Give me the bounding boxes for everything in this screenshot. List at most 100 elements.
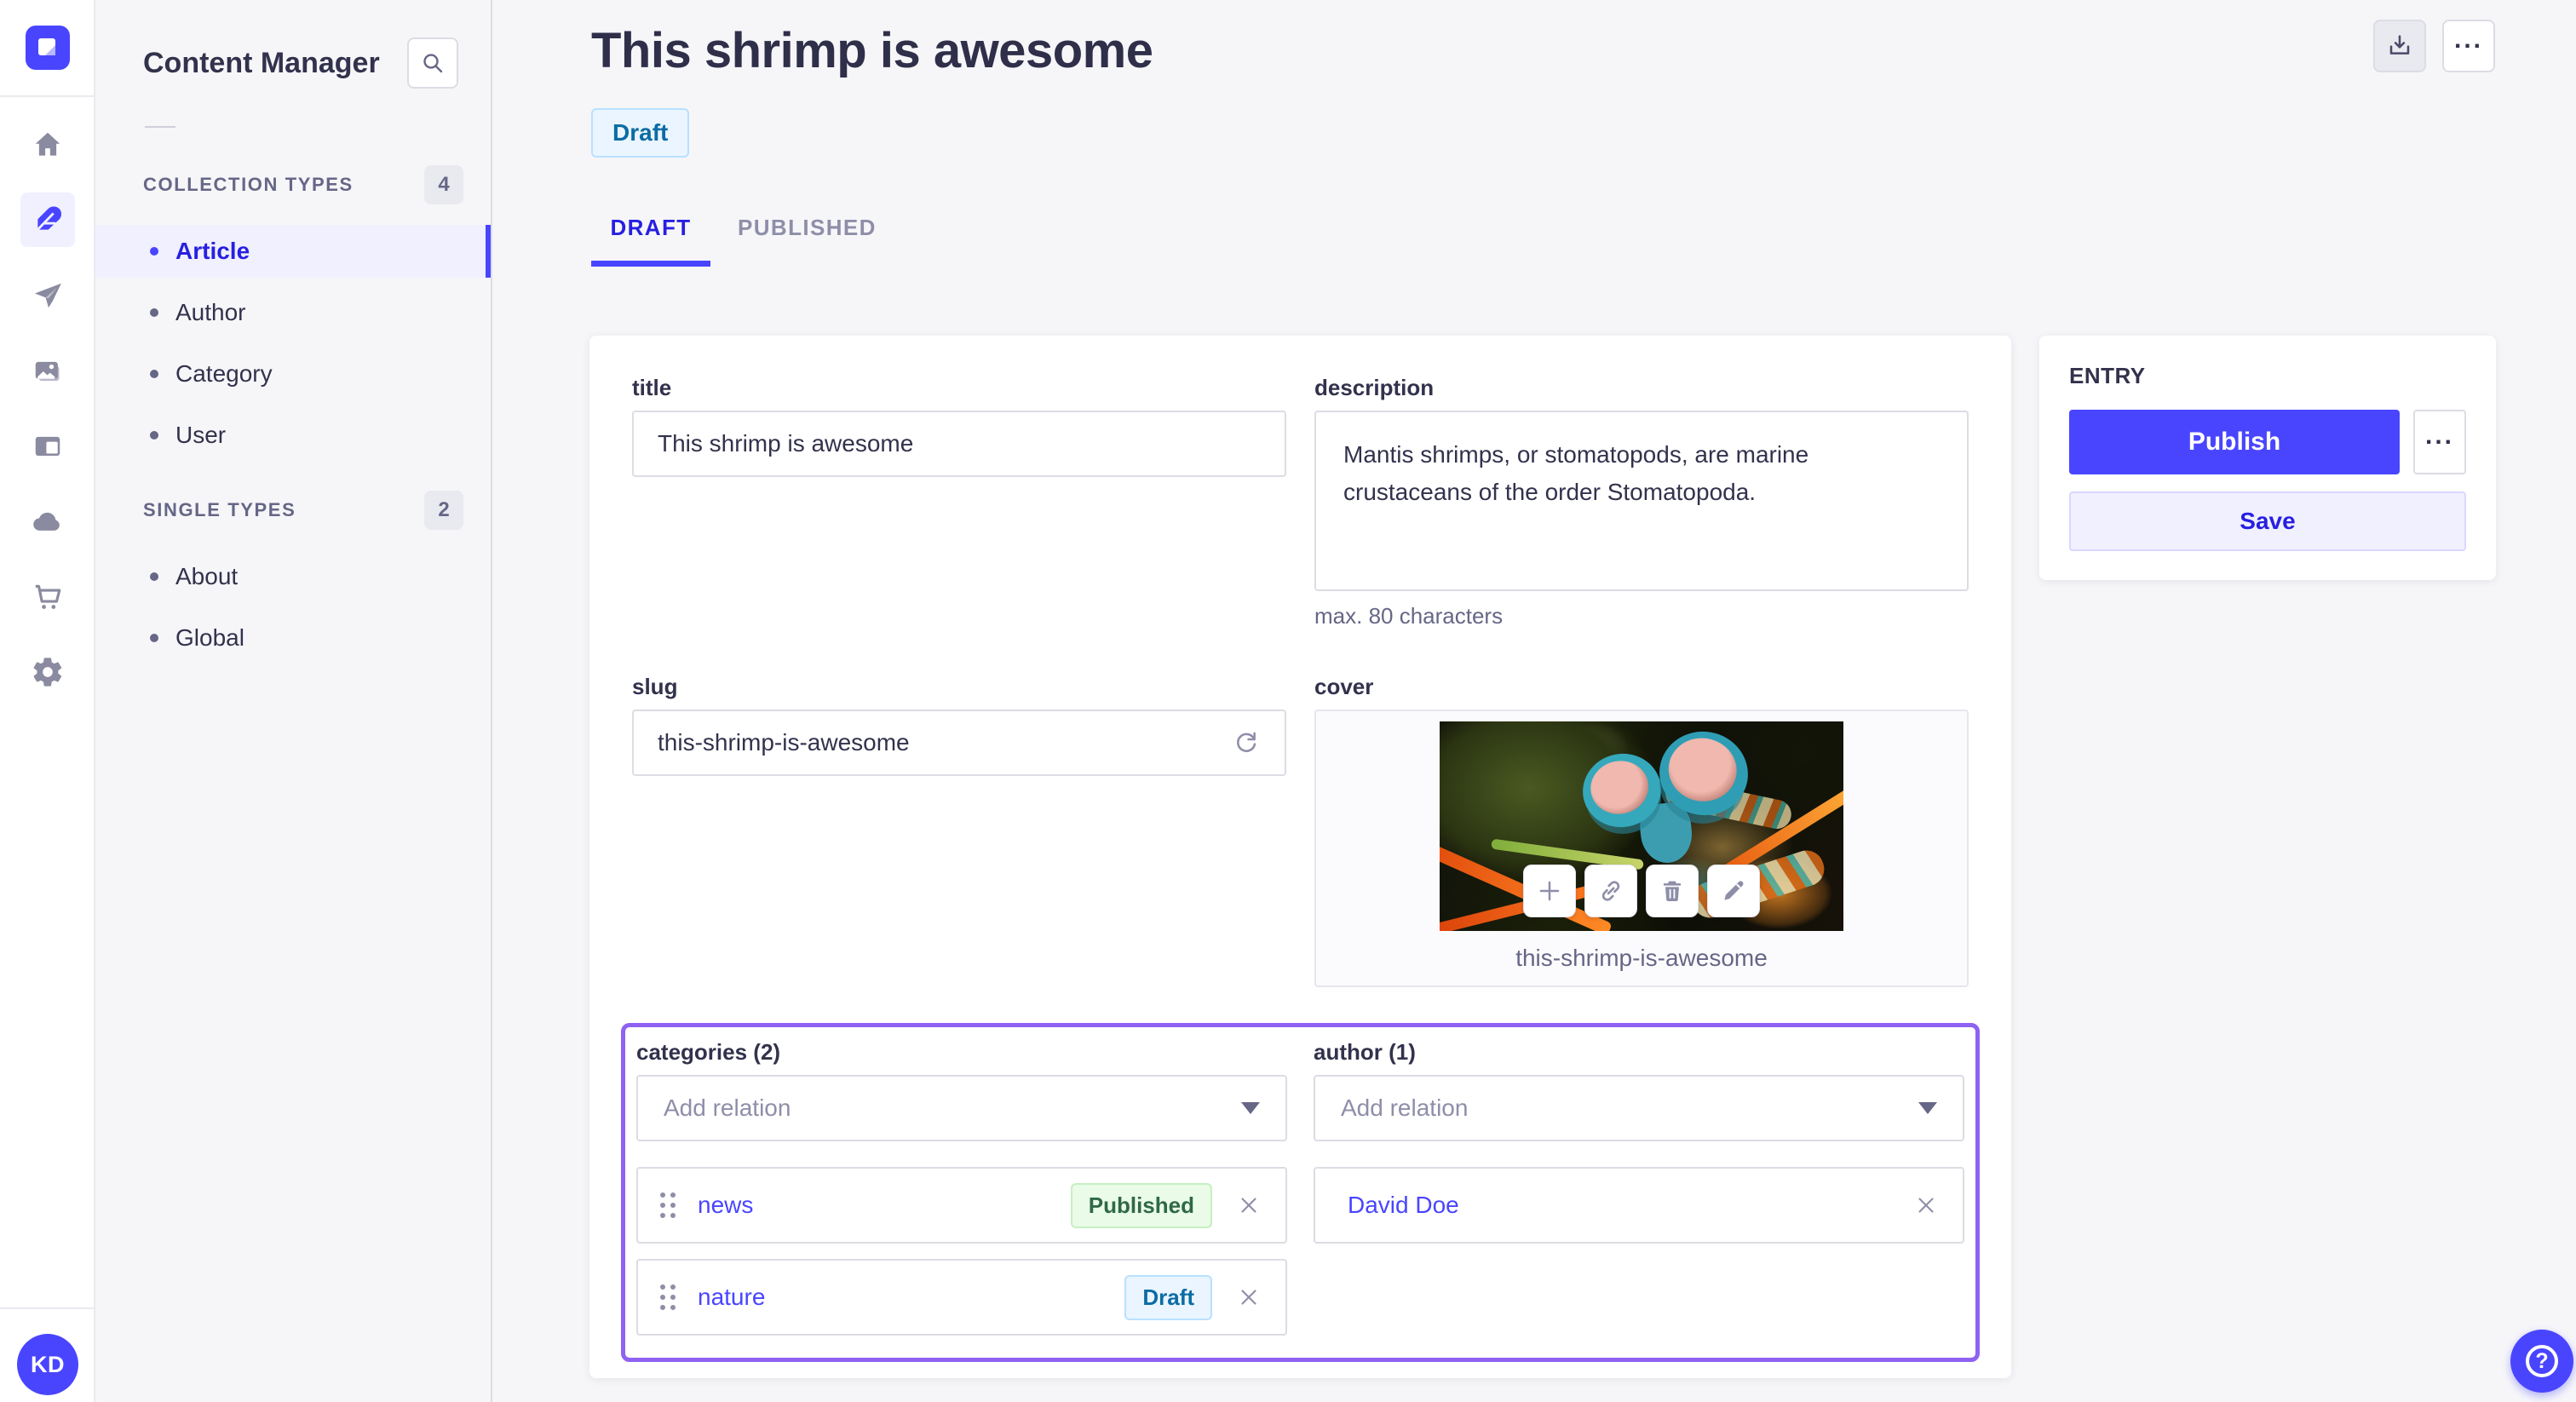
search-icon — [423, 54, 443, 73]
subnav-divider — [145, 126, 175, 128]
rail-divider — [0, 95, 95, 97]
nav-releases-button[interactable] — [20, 268, 75, 323]
nav-content-manager-button[interactable] — [20, 192, 75, 247]
subnav-title: Content Manager — [143, 47, 380, 79]
relation-status-badge: Published — [1070, 1182, 1212, 1228]
sidebar-item-author[interactable]: Author — [95, 286, 491, 339]
copy-link-button[interactable] — [1584, 865, 1637, 917]
field-cover: cover this-shrimp-is-awesome — [1314, 674, 1969, 987]
content-manager-subnav: Content Manager COLLECTION TYPES 4 Artic… — [95, 0, 492, 1402]
bullet-icon — [150, 247, 158, 256]
author-placeholder: Add relation — [1341, 1095, 1469, 1121]
close-icon — [1918, 1198, 1934, 1213]
relation-link[interactable]: news — [698, 1192, 753, 1219]
field-slug: slug this-shrimp-is-awesome — [632, 674, 1286, 987]
title-label: title — [632, 375, 672, 400]
layout-icon — [35, 436, 60, 457]
collection-types-header: COLLECTION TYPES 4 — [95, 165, 491, 204]
feather-icon — [34, 206, 61, 233]
caret-down-icon — [1241, 1102, 1260, 1114]
user-avatar[interactable]: KD — [17, 1334, 78, 1395]
slug-value: this-shrimp-is-awesome — [658, 729, 910, 756]
home-icon — [35, 132, 60, 156]
help-button[interactable]: ? — [2510, 1330, 2573, 1393]
trash-icon — [1664, 881, 1681, 902]
edit-asset-button[interactable] — [1707, 865, 1760, 917]
paper-plane-icon — [34, 283, 61, 308]
relation-link[interactable]: nature — [698, 1284, 765, 1311]
author-label: author (1) — [1314, 1039, 1416, 1065]
slug-label: slug — [632, 674, 678, 699]
cover-actions — [1316, 865, 1967, 917]
description-hint: max. 80 characters — [1314, 603, 1504, 629]
cover-asset-card: this-shrimp-is-awesome — [1314, 710, 1969, 987]
cart-icon — [35, 584, 61, 609]
relation-row-nature: nature Draft — [636, 1259, 1287, 1336]
nav-media-library-button[interactable] — [20, 344, 75, 399]
tab-draft[interactable]: DRAFT — [591, 215, 710, 267]
cloud-icon — [33, 512, 60, 531]
title-input[interactable]: This shrimp is awesome — [632, 411, 1286, 477]
delete-asset-button[interactable] — [1646, 865, 1699, 917]
sidebar-item-global[interactable]: Global — [95, 612, 491, 664]
sidebar-item-category[interactable]: Category — [95, 348, 491, 400]
refresh-icon[interactable] — [1232, 728, 1261, 757]
add-asset-button[interactable] — [1523, 865, 1576, 917]
drag-handle-icon[interactable] — [660, 1192, 676, 1218]
status-badge: Draft — [591, 108, 690, 158]
import-export-button[interactable] — [2373, 20, 2426, 72]
relation-status-badge: Draft — [1124, 1274, 1212, 1320]
topbar-actions: ... — [2373, 20, 2495, 72]
field-description: description Mantis shrimps, or stomatopo… — [1314, 375, 1969, 629]
nav-marketplace-button[interactable] — [20, 570, 75, 624]
search-button[interactable] — [407, 37, 458, 89]
drag-handle-icon[interactable] — [660, 1284, 676, 1310]
sidebar-item-label: About — [175, 563, 239, 589]
bullet-icon — [150, 572, 158, 581]
nav-content-type-builder-button[interactable] — [20, 419, 75, 474]
download-icon — [2389, 35, 2410, 55]
save-button[interactable]: Save — [2069, 491, 2466, 551]
nav-home-button[interactable] — [20, 118, 75, 172]
tab-published[interactable]: PUBLISHED — [738, 215, 877, 267]
cover-filename: this-shrimp-is-awesome — [1515, 945, 1768, 971]
more-actions-button[interactable]: ... — [2442, 20, 2495, 72]
nav-deploy-button[interactable] — [20, 494, 75, 549]
publish-button[interactable]: Publish — [2069, 410, 2400, 474]
pencil-icon — [1724, 881, 1744, 900]
app-window: KD Content Manager COLLECTION TYPES 4 Ar… — [0, 0, 2576, 1402]
remove-relation-button[interactable] — [1234, 1283, 1263, 1312]
single-types-label: SINGLE TYPES — [143, 499, 296, 520]
entry-panel-title: ENTRY — [2069, 363, 2146, 388]
relation-row-news: news Published — [636, 1167, 1287, 1244]
remove-relation-button[interactable] — [1912, 1191, 1941, 1220]
tab-draft-label: DRAFT — [610, 215, 692, 240]
description-textarea[interactable]: Mantis shrimps, or stomatopods, are mari… — [1314, 411, 1969, 591]
rail-divider-bottom — [0, 1307, 95, 1309]
bullet-icon — [150, 634, 158, 642]
close-icon — [1241, 1290, 1256, 1305]
strapi-logo[interactable] — [26, 26, 70, 70]
sidebar-item-label: Global — [175, 624, 244, 651]
collection-types-label: COLLECTION TYPES — [143, 174, 354, 195]
relation-link[interactable]: David Doe — [1348, 1192, 1459, 1219]
remove-relation-button[interactable] — [1234, 1191, 1263, 1220]
categories-add-relation-select[interactable]: Add relation — [636, 1075, 1287, 1141]
tab-published-label: PUBLISHED — [738, 215, 877, 240]
slug-input[interactable]: this-shrimp-is-awesome — [632, 710, 1286, 776]
sidebar-item-article[interactable]: Article — [95, 225, 491, 278]
entry-more-button[interactable]: ... — [2413, 410, 2466, 474]
caret-down-icon — [1918, 1102, 1937, 1114]
user-initials: KD — [31, 1351, 65, 1377]
relation-row-david-doe: David Doe — [1314, 1167, 1964, 1244]
main-nav-rail: KD — [0, 0, 95, 1402]
bullet-icon — [150, 308, 158, 317]
single-types-count: 2 — [424, 491, 463, 530]
sidebar-item-label: Category — [175, 360, 273, 387]
sidebar-item-about[interactable]: About — [95, 550, 491, 603]
sidebar-item-label: Author — [175, 299, 246, 325]
sidebar-item-user[interactable]: User — [95, 409, 491, 462]
nav-settings-button[interactable] — [20, 645, 75, 699]
version-tabs: DRAFT PUBLISHED — [591, 215, 877, 267]
author-add-relation-select[interactable]: Add relation — [1314, 1075, 1964, 1141]
